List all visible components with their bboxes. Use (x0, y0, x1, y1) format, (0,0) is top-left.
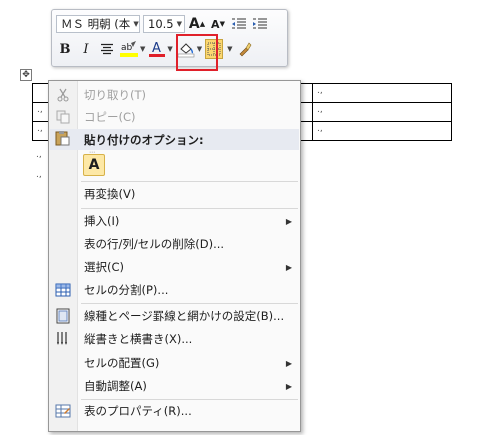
menu-item-label: 自動調整(A) (84, 379, 147, 393)
submenu-arrow-icon: ▶ (285, 262, 292, 272)
menu-item-cut[interactable]: 切り取り(T) (49, 84, 300, 106)
menu-separator (81, 181, 298, 182)
copy-icon (54, 108, 72, 126)
svg-text:ab: ab (121, 43, 133, 53)
menu-item-copy[interactable]: コピー(C) (49, 106, 300, 128)
menu-item-label: セルの分割(P)... (84, 283, 169, 297)
grow-font-icon: A (188, 16, 200, 32)
menu-item-label: セルの配置(G) (84, 356, 160, 370)
menu-item-label: 再変換(V) (84, 187, 136, 201)
decrease-indent-icon (232, 18, 246, 29)
increase-indent-button[interactable] (251, 14, 269, 34)
menu-item-label: 線種とページ罫線と網かけの設定(B)... (84, 309, 285, 323)
paste-keep-text-only-button[interactable]: A (83, 154, 105, 176)
menu-item-split-cells[interactable]: セルの分割(P)... (49, 279, 300, 301)
menu-separator (81, 303, 298, 304)
menu-item-reconvert[interactable]: 再変換(V) (49, 183, 300, 205)
menu-item-label: 縦書きと横書き(X)... (84, 332, 193, 346)
table-properties-icon (54, 402, 72, 420)
menu-item-label: 切り取り(T) (84, 88, 146, 102)
chevron-down-icon: ▼ (176, 20, 182, 28)
chevron-down-icon[interactable]: ▼ (167, 45, 172, 53)
menu-item-table-properties[interactable]: 表のプロパティ(R)... (49, 400, 300, 422)
submenu-arrow-icon: ▶ (285, 358, 292, 368)
menu-item-label: 選択(C) (84, 260, 125, 274)
highlight-button[interactable]: ab (119, 39, 139, 59)
context-menu: 切り取り(T) コピー(C) 貼り付けのオプション: ⋯ A 再変換(V) 挿入… (48, 80, 301, 432)
menu-item-text-direction[interactable]: 縦書きと横書き(X)... (49, 328, 300, 350)
decrease-indent-button[interactable] (230, 14, 248, 34)
submenu-arrow-icon: ▶ (285, 381, 292, 391)
table-move-handle[interactable]: ✥ (20, 69, 32, 81)
table-cell[interactable]: ., (312, 121, 452, 141)
menu-item-cell-alignment[interactable]: セルの配置(G) ▶ (49, 352, 300, 374)
menu-separator (81, 208, 298, 209)
menu-item-label: 表のプロパティ(R)... (84, 404, 192, 418)
font-name-combo[interactable]: ＭＳ 明朝 (本 ▼ (56, 15, 140, 33)
chevron-down-icon[interactable]: ▼ (227, 45, 232, 53)
scissors-icon (54, 86, 72, 104)
split-cells-icon (54, 281, 72, 299)
italic-button[interactable]: I (77, 39, 95, 59)
format-painter-button[interactable] (236, 39, 254, 59)
paragraph-mark: ., (36, 150, 42, 160)
shrink-font-icon: A (211, 17, 220, 31)
grow-font-button[interactable]: A ▲ (188, 14, 206, 34)
menu-item-insert[interactable]: 挿入(I) ▶ (49, 210, 300, 232)
table-cell[interactable]: ., (312, 83, 452, 103)
font-color-icon: A (149, 41, 166, 57)
menu-item-delete-cells[interactable]: 表の行/列/セルの削除(D)... (49, 233, 300, 255)
bold-button[interactable]: B (56, 39, 74, 59)
increase-indent-icon (253, 18, 267, 29)
clipboard-icon (54, 130, 70, 149)
font-size-value: 10.5 (148, 17, 174, 31)
chevron-down-icon: ▼ (133, 20, 139, 28)
menu-item-label: 挿入(I) (84, 214, 120, 228)
font-color-button[interactable]: A (148, 39, 166, 59)
center-align-button[interactable] (98, 39, 116, 59)
svg-text:A: A (152, 41, 161, 56)
text-direction-icon (54, 330, 72, 348)
menu-item-label: コピー(C) (84, 110, 136, 124)
page-border-icon (54, 307, 72, 325)
paste-options-header: 貼り付けのオプション: (50, 129, 299, 150)
highlighter-icon: ab (120, 41, 138, 57)
submenu-arrow-icon: ▶ (285, 216, 292, 226)
paragraph-mark: ., (36, 170, 42, 180)
mini-toolbar: ＭＳ 明朝 (本 ▼ 10.5 ▼ A ▲ A ▼ B I ab ▼ A ▼ ▼… (51, 9, 288, 67)
menu-item-label: 表の行/列/セルの削除(D)... (84, 237, 225, 251)
font-name-value: ＭＳ 明朝 (本 (61, 17, 131, 31)
format-painter-icon (239, 42, 251, 57)
menu-item-borders-shading[interactable]: 線種とページ罫線と網かけの設定(B)... (49, 305, 300, 327)
font-size-combo[interactable]: 10.5 ▼ (143, 15, 185, 33)
shrink-font-button[interactable]: A ▼ (209, 14, 227, 34)
menu-item-autofit[interactable]: 自動調整(A) ▶ (49, 375, 300, 397)
menu-item-label: 貼り付けのオプション: (84, 133, 204, 147)
highlight-box (176, 34, 218, 71)
chevron-down-icon[interactable]: ▼ (140, 45, 145, 53)
menu-item-select[interactable]: 選択(C) ▶ (49, 256, 300, 278)
center-align-icon (101, 43, 113, 55)
table-cell[interactable]: ., (312, 102, 452, 122)
